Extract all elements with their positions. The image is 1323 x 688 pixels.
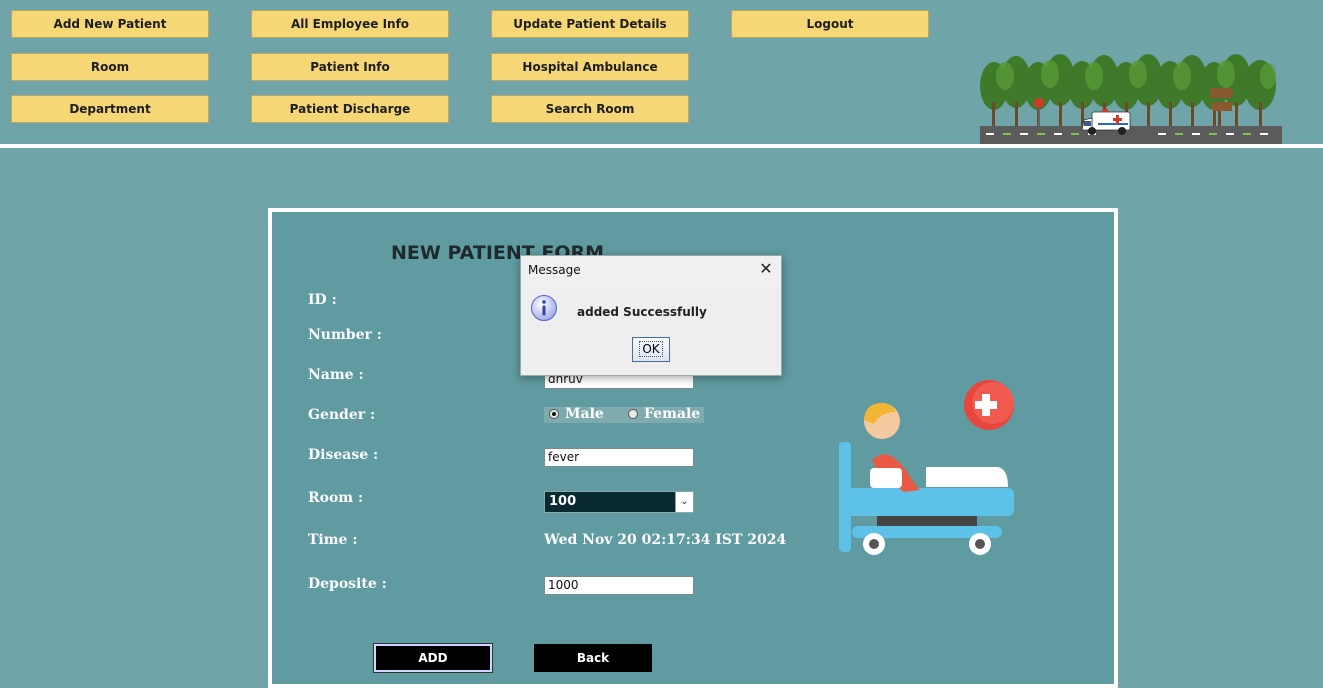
close-icon[interactable]: ✕ (757, 259, 775, 279)
room-label: Room : (308, 490, 364, 506)
back-button[interactable]: Back (534, 644, 652, 672)
dialog-title: Message (528, 263, 581, 277)
logout-button[interactable]: Logout (731, 10, 929, 38)
disease-field[interactable]: fever (544, 448, 694, 467)
department-button[interactable]: Department (11, 95, 209, 123)
deposite-label: Deposite : (308, 576, 387, 592)
deposite-field[interactable]: 1000 (544, 576, 694, 595)
name-label: Name : (308, 367, 364, 383)
gender-male-radio[interactable] (549, 409, 559, 419)
all-employee-info-button[interactable]: All Employee Info (251, 10, 449, 38)
dialog-body: added Successfully OK (521, 286, 781, 375)
dialog-message: added Successfully (577, 305, 707, 319)
time-label: Time : (308, 532, 358, 548)
add-new-patient-button[interactable]: Add New Patient (11, 10, 209, 38)
gender-label: Gender : (308, 407, 376, 423)
gender-radio-group: Male Female (544, 406, 704, 423)
info-icon (531, 295, 557, 321)
message-dialog: Message ✕ added Successfully OK (520, 255, 782, 376)
patient-discharge-button[interactable]: Patient Discharge (251, 95, 449, 123)
number-label: Number : (308, 327, 382, 343)
chevron-down-icon[interactable]: ⌄ (675, 492, 693, 512)
update-patient-details-button[interactable]: Update Patient Details (491, 10, 689, 38)
room-select[interactable]: 100 ⌄ (544, 491, 694, 513)
ok-button[interactable]: OK (632, 337, 670, 362)
gender-female-label: Female (644, 406, 701, 422)
patient-bed-illustration (839, 380, 1014, 555)
search-room-button[interactable]: Search Room (491, 95, 689, 123)
patient-info-button[interactable]: Patient Info (251, 53, 449, 81)
add-button[interactable]: ADD (373, 643, 493, 673)
disease-label: Disease : (308, 447, 379, 463)
time-value: Wed Nov 20 02:17:34 IST 2024 (544, 532, 787, 548)
room-button[interactable]: Room (11, 53, 209, 81)
id-label: ID : (308, 292, 337, 308)
gender-male-label: Male (565, 406, 604, 422)
header-divider (0, 144, 1323, 148)
ok-button-label: OK (639, 341, 663, 357)
hospital-ambulance-button[interactable]: Hospital Ambulance (491, 53, 689, 81)
gender-female-radio[interactable] (628, 409, 638, 419)
room-select-value: 100 (549, 494, 577, 509)
ambulance-road-banner (980, 54, 1282, 144)
